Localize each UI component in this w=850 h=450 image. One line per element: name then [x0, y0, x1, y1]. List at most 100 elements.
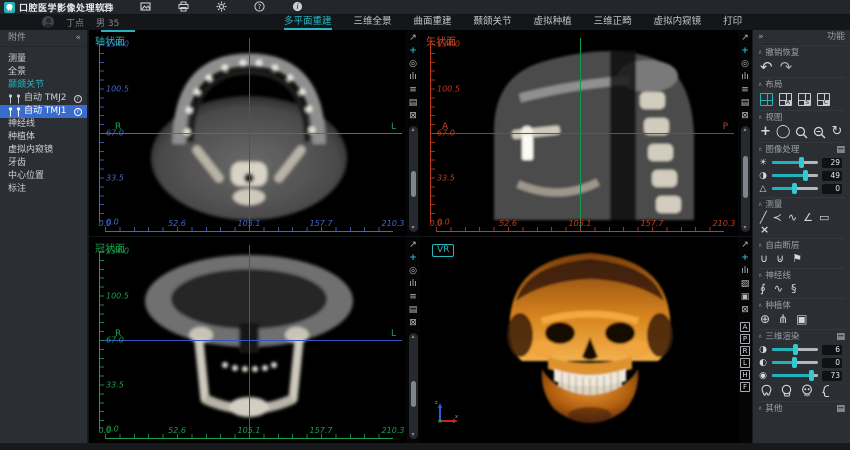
window-level-icon[interactable]: ◎ [409, 58, 417, 71]
expand-icon[interactable]: ↗ [741, 239, 749, 252]
list-button-icon[interactable]: ▤ [836, 331, 845, 343]
coronal-axial-line[interactable] [101, 340, 402, 341]
clip-hatch-icon[interactable]: ▨ [741, 278, 750, 291]
sidebar-item-tmj-group[interactable]: 颞颌关节 [0, 79, 87, 92]
sagittal-axial-line[interactable] [432, 133, 734, 134]
orient-button-right[interactable]: R [740, 346, 750, 356]
preset-face-profile-icon[interactable] [820, 384, 834, 398]
sidebar-item-annotation[interactable]: 标注 [0, 183, 87, 196]
crosshair-icon[interactable]: + [741, 45, 749, 58]
nerve-edit-icon[interactable]: ∿ [774, 282, 783, 296]
contrast-slider[interactable] [772, 174, 818, 177]
measure-angle-icon[interactable]: ∠ [803, 211, 813, 224]
tab-virtual-endoscope[interactable]: 虚拟内窥镜 [654, 15, 702, 30]
nerve-auto-icon[interactable]: § [791, 282, 797, 296]
axial-sagittal-line[interactable] [249, 38, 250, 228]
opacity-slider[interactable] [772, 348, 818, 351]
settings-gear-icon[interactable] [216, 1, 227, 12]
info-icon[interactable]: i [292, 1, 303, 12]
layers-icon[interactable]: ▤ [409, 97, 418, 110]
orient-button-foot[interactable]: F [740, 382, 750, 392]
implant-add-icon[interactable]: ⊕ [760, 312, 770, 327]
histogram-icon[interactable]: ılı [741, 71, 749, 84]
viewport-sagittal[interactable]: 矢状面 A [420, 30, 738, 236]
section-layout-title[interactable]: ∧ 布局 [758, 79, 845, 91]
sidebar-item-endoscope[interactable]: 虚拟内窥镜 [0, 144, 87, 157]
layout-grid-button[interactable] [760, 93, 773, 106]
slice-curve-icon[interactable]: ∪ [760, 252, 768, 266]
printer-icon[interactable] [178, 1, 189, 12]
expand-icon[interactable]: ↗ [409, 239, 417, 252]
window-level-icon[interactable]: ◎ [741, 58, 749, 71]
tab-print[interactable]: 打印 [723, 15, 742, 30]
sidebar-item-center-position[interactable]: 中心位置 [0, 170, 87, 183]
capture-icon[interactable]: ⊠ [741, 304, 749, 317]
histogram-icon[interactable]: ılı [741, 265, 749, 278]
undo-icon[interactable]: ↶ [760, 59, 773, 75]
tab-curved-reconstruction[interactable]: 曲面重建 [414, 15, 452, 30]
sidebar-collapse-icon[interactable]: « [75, 30, 81, 46]
layout-grid-s-button[interactable]: S [798, 93, 811, 106]
capture-icon[interactable]: ⊠ [409, 317, 417, 330]
window-level-icon[interactable]: ◎ [409, 265, 417, 278]
tab-orthodontics-3d[interactable]: 三维正畸 [594, 15, 632, 30]
measure-polyline-icon[interactable]: ≺ [773, 211, 782, 224]
section-render3d-title[interactable]: ∧ 三维渲染 ▤ [758, 331, 845, 343]
section-nerve-title[interactable]: ∧ 神经线 [758, 270, 845, 282]
preset-skull-side-icon[interactable] [780, 384, 794, 398]
list-button-icon[interactable]: ▤ [836, 144, 845, 156]
help-icon[interactable]: ? [254, 1, 265, 12]
expand-icon[interactable]: ↗ [741, 32, 749, 45]
zoom-icon[interactable] [795, 126, 808, 139]
density-slider[interactable] [772, 374, 818, 377]
tab-virtual-implant[interactable]: 虚拟种植 [534, 15, 572, 30]
axial-coronal-line[interactable] [101, 133, 402, 134]
layers-icon[interactable]: ▤ [741, 97, 750, 110]
folder-icon[interactable] [102, 1, 113, 12]
rotate-icon[interactable]: ↻ [831, 124, 842, 140]
contrast-value[interactable]: 49 [822, 171, 842, 181]
section-image-title[interactable]: ∧ 图像处理 ▤ [758, 144, 845, 156]
viewport-vr[interactable]: VR [420, 237, 738, 443]
measure-curve-icon[interactable]: ∿ [788, 211, 797, 224]
tmj1-info-icon[interactable]: i [74, 108, 82, 116]
pan-icon[interactable]: + [760, 124, 771, 140]
sidebar-item-tmj2[interactable]: 自动 TMJ2 i [0, 92, 87, 105]
window-circle-icon[interactable]: ◯ [776, 124, 791, 140]
tab-mpr[interactable]: 多平面重建 [284, 15, 332, 30]
tmj2-info-icon[interactable]: i [74, 95, 82, 103]
layout-grid-c-button[interactable]: C [817, 93, 830, 106]
viewport-coronal[interactable]: 冠状面 R L 134. [89, 237, 406, 443]
image-icon[interactable] [140, 1, 151, 12]
brightness-slider[interactable] [772, 161, 818, 164]
capture-icon[interactable]: ⊠ [409, 110, 417, 123]
expand-icon[interactable]: ↗ [409, 32, 417, 45]
sharpness-slider[interactable] [772, 187, 818, 190]
panel-collapse-icon[interactable]: » [758, 30, 764, 44]
measure-rect-icon[interactable]: ▭ [819, 211, 829, 224]
viewport-axial[interactable]: 轴状面 R L [89, 30, 406, 236]
implant-screw-icon[interactable]: ⋔ [778, 312, 788, 327]
sidebar-item-tmj1-selected[interactable]: 自动 TMJ1 i [0, 105, 87, 118]
section-view-title[interactable]: ∧ 视图 [758, 112, 845, 124]
layout-grid-a-button[interactable]: A [779, 93, 792, 106]
shade-value[interactable]: 0 [822, 358, 842, 368]
sidebar-item-implant[interactable]: 种植体 [0, 131, 87, 144]
coronal-sagittal-line[interactable] [249, 245, 250, 435]
sidebar-item-nerve[interactable]: 神经线 [0, 118, 87, 131]
zoom-drag-icon[interactable] [813, 126, 826, 139]
tab-tmj[interactable]: 颞颌关节 [474, 15, 512, 30]
slice-pin-icon[interactable]: ⚑ [792, 252, 802, 266]
layers-icon[interactable]: ▤ [409, 304, 418, 317]
menu-icon[interactable]: ≡ [741, 84, 749, 97]
shade-slider[interactable] [772, 361, 818, 364]
preset-tooth-icon[interactable] [760, 384, 774, 398]
histogram-icon[interactable]: ılı [409, 71, 417, 84]
orient-button-head[interactable]: H [740, 370, 750, 380]
opacity-value[interactable]: 6 [822, 345, 842, 355]
slice-scrollbar[interactable]: ▴ ▾ [409, 126, 418, 232]
slice-scrollbar[interactable]: ▴ ▾ [409, 333, 418, 439]
sidebar-item-measure[interactable]: 测量 [0, 53, 87, 66]
preset-skull-front-icon[interactable] [800, 384, 814, 398]
slice-arch-icon[interactable]: ⊍ [776, 252, 784, 266]
